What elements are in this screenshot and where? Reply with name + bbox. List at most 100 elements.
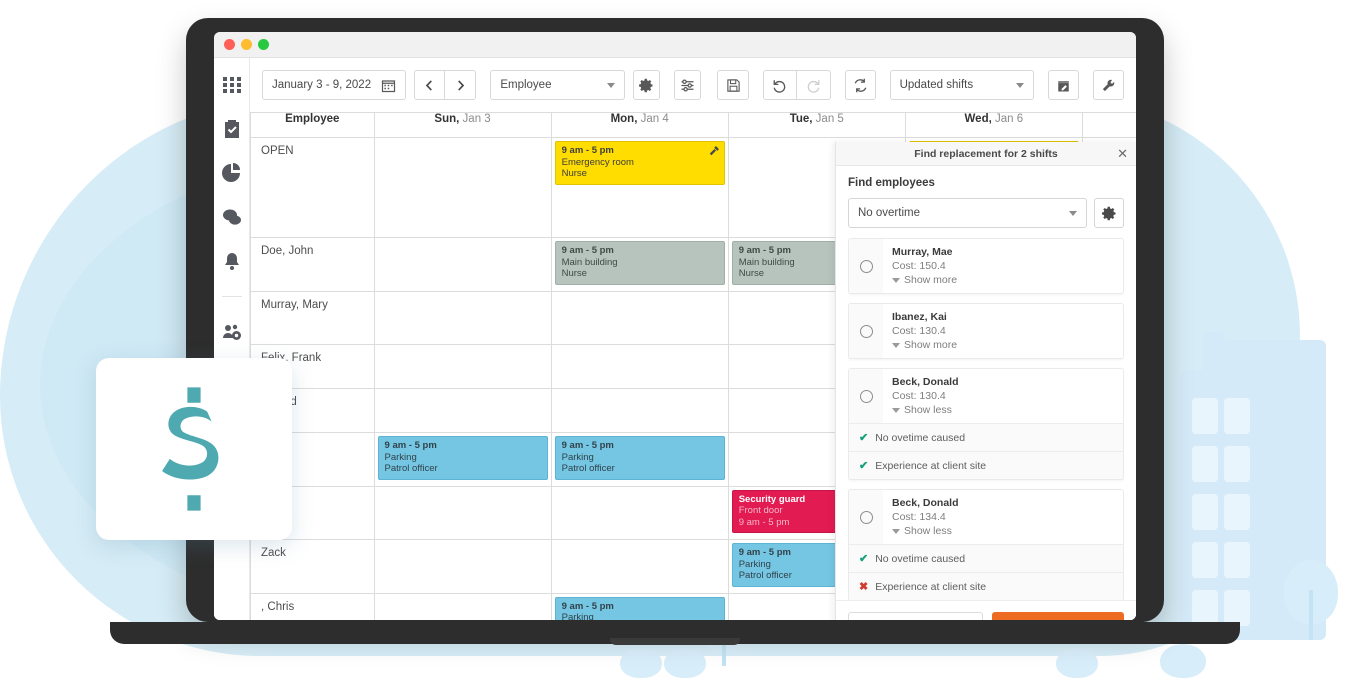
dialog-body: Find employees No overtime Murray, Mae Co… <box>836 166 1136 600</box>
employee-name-cell[interactable]: Murray, Mary <box>250 290 375 345</box>
schedule-cell[interactable]: 9 am - 5 pmParkingPatrol officer <box>550 592 729 620</box>
schedule-header-row: Employee Sun, Jan 3 Mon, Jan 4 Tue, Jan 5 We… <box>250 112 1136 138</box>
check-icon: ✔ <box>859 553 869 565</box>
chevron-down-icon <box>892 407 900 413</box>
shift-view-label: Updated shifts <box>899 79 974 91</box>
maximize-window-button[interactable] <box>258 39 269 50</box>
schedule-cell[interactable] <box>550 290 729 345</box>
minimize-window-button[interactable] <box>241 39 252 50</box>
candidate-detail-row: ✖ Experience at client site <box>849 572 1123 600</box>
schedule-cell[interactable] <box>373 137 552 238</box>
floppy-save-icon <box>726 78 740 92</box>
shift-time: 9 am - 5 pm <box>384 440 437 451</box>
schedule-cell[interactable] <box>550 388 729 433</box>
schedule-cell[interactable]: 9 am - 5 pmParkingPatrol officer <box>373 432 552 487</box>
employee-name-cell[interactable]: Doe, John <box>250 237 375 292</box>
undo-button[interactable] <box>762 70 797 100</box>
schedule-cell[interactable] <box>550 344 729 389</box>
dialog-close-icon[interactable]: ✕ <box>1117 147 1128 160</box>
toggle-details-button[interactable]: Show less <box>892 525 1115 537</box>
employee-name-cell[interactable]: OPEN <box>250 137 375 238</box>
close-window-button[interactable] <box>224 39 235 50</box>
toggle-details-button[interactable]: Show more <box>892 339 1115 351</box>
clipboard-check-icon <box>224 120 239 138</box>
filter-button[interactable] <box>674 70 702 100</box>
tree-bush-3 <box>1160 644 1206 680</box>
schedule-cell[interactable] <box>550 485 729 540</box>
candidate-radio[interactable] <box>859 324 873 338</box>
sidebar-item-messages[interactable] <box>221 206 243 228</box>
sidebar-item-tasks[interactable] <box>221 118 243 140</box>
candidate-employee-list[interactable]: Murray, Mae Cost: 150.4 Show more Ibanez, K… <box>848 238 1124 600</box>
schedule-cell[interactable] <box>373 388 552 433</box>
publish-button[interactable] <box>1047 70 1079 100</box>
toggle-details-button[interactable]: Show less <box>892 404 1115 416</box>
redo-button[interactable] <box>796 70 831 100</box>
group-by-select[interactable]: Employee <box>490 70 625 100</box>
candidate-radio[interactable] <box>859 389 873 403</box>
shift-location: Parking <box>561 612 594 620</box>
schedule-cell[interactable]: 9 am - 5 pm Emergency room Nurse <box>550 137 729 238</box>
gavel-icon[interactable] <box>708 145 720 161</box>
schedule-cell[interactable] <box>373 592 552 620</box>
list-item[interactable]: Beck, Donald Cost: 130.4 Show less ✔ No ovet… <box>848 368 1124 480</box>
refresh-button[interactable] <box>844 70 876 100</box>
shift-card[interactable]: 9 am - 5 pm Main building Nurse <box>554 241 725 285</box>
list-item[interactable]: Ibanez, Kai Cost: 130.4 Show more <box>848 303 1124 359</box>
sidebar-item-schedule[interactable] <box>221 74 243 96</box>
shift-role: Patrol officer <box>561 463 615 474</box>
day-of-week: Wed, <box>964 113 995 125</box>
toolbar: January 3 - 9, 2022 Employee Updated shi… <box>250 58 1136 112</box>
save-schedule-button[interactable] <box>717 70 749 100</box>
next-period-button[interactable] <box>445 70 477 100</box>
tools-button[interactable] <box>1092 70 1124 100</box>
candidate-radio[interactable] <box>859 259 873 273</box>
date-range-picker[interactable]: January 3 - 9, 2022 <box>262 70 407 100</box>
candidate-radio[interactable] <box>859 510 873 524</box>
schedule-cell[interactable] <box>373 344 552 389</box>
tree-right <box>1284 560 1338 640</box>
filter-settings-button[interactable] <box>1094 198 1124 228</box>
toggle-details-button[interactable]: Show more <box>892 274 1115 286</box>
list-item[interactable]: Beck, Donald Cost: 134.4 Show less ✔ No ovet… <box>848 489 1124 600</box>
schedule-cell[interactable] <box>373 485 552 540</box>
schedule-cell[interactable] <box>373 539 552 594</box>
sidebar-item-reports[interactable] <box>221 162 243 184</box>
candidate-info: Beck, Donald Cost: 134.4 Show less <box>883 490 1123 544</box>
candidate-info: Murray, Mae Cost: 150.4 Show more <box>883 239 1123 293</box>
employee-name-cell[interactable]: , Chris <box>250 592 375 620</box>
chat-icon <box>222 209 241 225</box>
schedule-cell[interactable]: 9 am - 5 pmParkingPatrol officer <box>550 432 729 487</box>
toggle-details-label: Show less <box>904 404 952 416</box>
chevron-down-icon <box>1069 210 1077 216</box>
save-button[interactable]: Save <box>991 612 1124 620</box>
sidebar-item-notifications[interactable] <box>221 250 243 272</box>
shift-card[interactable]: 9 am - 5 pmEmergency roomNurse <box>554 141 725 185</box>
cross-icon: ✖ <box>859 581 869 593</box>
refresh-icon <box>854 78 866 92</box>
candidate-cost: Cost: 130.4 <box>892 390 946 402</box>
shift-card[interactable]: 9 am - 5 pmParkingPatrol officer <box>554 596 725 620</box>
candidate-summary[interactable]: Beck, Donald Cost: 130.4 Show less <box>849 369 1123 423</box>
sidebar-item-employee-settings[interactable] <box>221 321 243 343</box>
shift-card[interactable]: 9 am - 5 pmParkingPatrol officer <box>554 436 725 480</box>
employee-name-cell[interactable]: Zack <box>250 539 375 594</box>
cancel-button[interactable]: Cancel <box>848 612 983 620</box>
check-icon: ✔ <box>859 432 869 444</box>
candidate-summary[interactable]: Ibanez, Kai Cost: 130.4 Show more <box>849 304 1123 358</box>
schedule-cell[interactable] <box>373 237 552 292</box>
view-settings-button[interactable] <box>632 70 661 100</box>
shift-card[interactable]: 9 am - 5 pmParkingPatrol officer <box>377 436 548 480</box>
schedule-cell[interactable] <box>373 290 552 345</box>
undo-icon <box>773 79 786 93</box>
schedule-cell[interactable] <box>550 539 729 594</box>
list-item[interactable]: Murray, Mae Cost: 150.4 Show more <box>848 238 1124 294</box>
schedule-cell[interactable]: 9 am - 5 pm Main building Nurse <box>550 237 729 292</box>
radio-column <box>849 369 883 423</box>
candidate-summary[interactable]: Beck, Donald Cost: 134.4 Show less <box>849 490 1123 544</box>
candidate-summary[interactable]: Murray, Mae Cost: 150.4 Show more <box>849 239 1123 293</box>
overtime-filter-select[interactable]: No overtime <box>848 198 1087 228</box>
radio-column <box>849 304 883 358</box>
prev-period-button[interactable] <box>414 70 446 100</box>
shift-view-select[interactable]: Updated shifts <box>889 70 1034 100</box>
